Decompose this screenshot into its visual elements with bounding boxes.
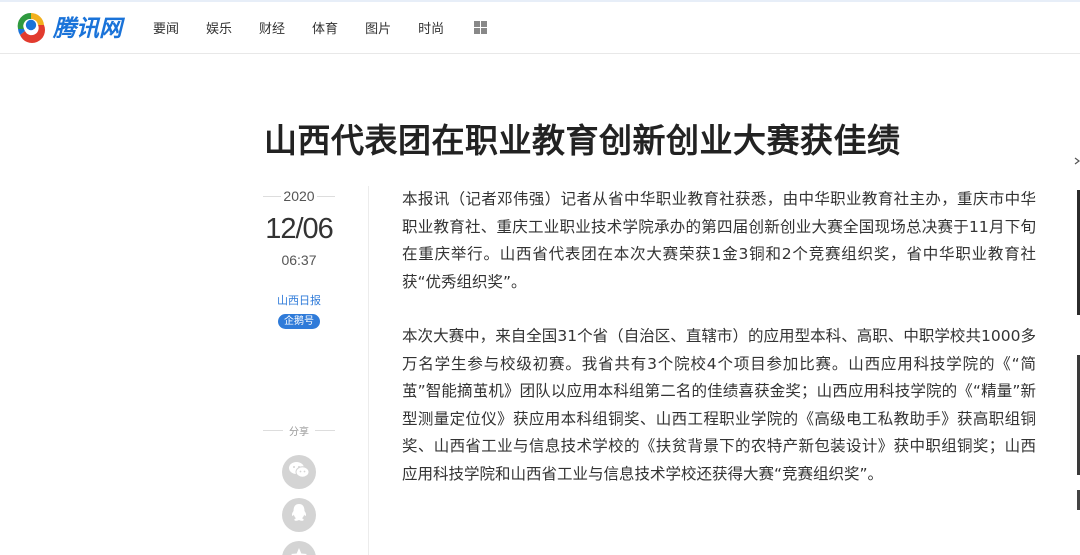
logo-text: 腾讯网 [53,16,122,42]
share-wechat-button[interactable] [282,455,316,489]
paragraph-1: 本报讯（记者邓伟强）记者从省中华职业教育社获悉，由中华职业教育社主办，重庆市中华… [402,190,1036,291]
nav-item-sports[interactable]: 体育 [312,18,338,37]
year-row: 2020 [263,184,335,208]
qq-icon [290,503,308,527]
source-link[interactable]: 山西日报 [263,293,335,309]
share-qzone-button[interactable] [282,541,316,555]
top-header: 腾讯网 要闻 娱乐 财经 体育 图片 时尚 [0,0,1080,54]
penguin-badge[interactable]: 企鹅号 [278,314,320,329]
tencent-logo-icon [14,9,48,43]
main-nav: 要闻 娱乐 财经 体育 图片 时尚 [153,0,488,54]
site-logo[interactable]: 腾讯网 [14,9,122,43]
share-label: 分享 [289,427,309,438]
article-body: 本报讯（记者邓伟强）记者从省中华职业教育社获悉，由中华职业教育社主办，重庆市中华… [402,186,1036,488]
grid-icon[interactable] [474,20,488,34]
column-divider [368,186,369,555]
publish-date: 12/06 [265,213,334,245]
article-title: 山西代表团在职业教育创新创业大赛获佳绩 [264,121,901,160]
share-qq-button[interactable] [282,498,316,532]
nav-item-entertainment[interactable]: 娱乐 [206,18,232,37]
nav-item-finance[interactable]: 财经 [259,18,285,37]
qzone-icon [290,547,308,555]
paragraph-2: 本次大赛中，来自全国31个省（自治区、直辖市）的应用型本科、高职、中职学校共10… [402,327,1036,483]
publish-time: 06:37 [281,252,317,268]
publish-year: 2020 [283,188,315,204]
nav-item-fashion[interactable]: 时尚 [418,18,444,37]
nav-item-photos[interactable]: 图片 [365,18,391,37]
edge-marker-icon [1074,150,1080,165]
share-header: 分享 [263,420,335,440]
article-meta: 2020 12/06 06:37 山西日报 企鹅号 [263,184,335,329]
wechat-icon [288,461,310,483]
nav-item-news[interactable]: 要闻 [153,18,179,37]
